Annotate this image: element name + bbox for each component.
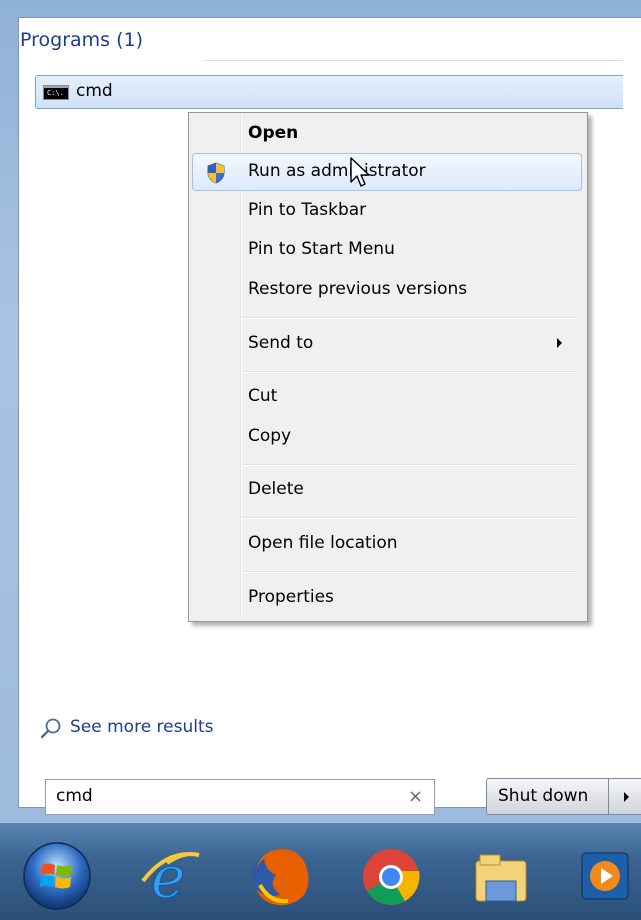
chevron-right-icon	[624, 792, 629, 802]
menu-separator	[243, 517, 577, 519]
search-result-label: cmd	[76, 81, 113, 101]
menu-item-label: Restore previous versions	[248, 279, 468, 299]
menu-item-cut[interactable]: Cut	[192, 378, 582, 416]
menu-item-label: Open file location	[248, 533, 398, 553]
shut-down-button[interactable]: Shut down	[486, 778, 609, 815]
firefox-icon[interactable]	[246, 841, 316, 911]
menu-item-pin-to-start-menu[interactable]: Pin to Start Menu	[192, 231, 582, 269]
menu-item-pin-to-taskbar[interactable]: Pin to Taskbar	[192, 192, 582, 230]
menu-item-delete[interactable]: Delete	[192, 471, 582, 509]
internet-explorer-icon[interactable]: e	[137, 841, 207, 911]
menu-separator	[243, 571, 577, 573]
taskbar: e	[0, 822, 641, 920]
menu-item-run-as-administrator[interactable]: Run as administrator	[192, 153, 582, 191]
see-more-results-label: See more results	[70, 717, 214, 737]
menu-item-label: Copy	[248, 426, 292, 446]
menu-item-restore-previous-versions[interactable]: Restore previous versions	[192, 271, 582, 309]
menu-item-label: Properties	[248, 587, 334, 607]
windows-start-orb-icon[interactable]	[22, 841, 92, 911]
chrome-icon[interactable]	[356, 841, 426, 911]
programs-group-header: Programs (1)	[20, 29, 144, 51]
menu-item-label: Pin to Start Menu	[248, 239, 395, 259]
start-search-box[interactable]: cmd ×	[45, 779, 435, 815]
menu-item-label: Send to	[248, 333, 314, 353]
menu-item-send-to[interactable]: Send to	[192, 325, 582, 363]
command-prompt-icon: C:\.	[43, 85, 69, 100]
search-result-cmd[interactable]: C:\. cmd	[35, 75, 623, 109]
search-icon	[40, 718, 61, 739]
menu-item-open[interactable]: Open	[192, 115, 582, 153]
menu-item-open-file-location[interactable]: Open file location	[192, 525, 582, 563]
menu-item-copy[interactable]: Copy	[192, 418, 582, 456]
menu-item-label: Cut	[248, 386, 278, 406]
menu-item-label: Pin to Taskbar	[248, 200, 367, 220]
shut-down-label: Shut down	[498, 786, 589, 806]
uac-shield-icon	[207, 162, 225, 184]
menu-separator	[243, 371, 577, 373]
mouse-pointer-icon	[350, 157, 370, 187]
context-menu: Open Run as administrator Pin to Taskbar…	[188, 112, 588, 622]
search-input[interactable]: cmd	[56, 786, 93, 806]
clear-search-icon[interactable]: ×	[408, 786, 423, 807]
menu-item-properties[interactable]: Properties	[192, 579, 582, 617]
menu-item-label: Run as administrator	[248, 161, 426, 181]
menu-item-label: Delete	[248, 479, 304, 499]
menu-separator	[243, 464, 577, 466]
menu-separator	[243, 317, 577, 319]
menu-item-label: Open	[248, 123, 299, 143]
shut-down-options-button[interactable]	[608, 778, 641, 815]
programs-divider	[205, 60, 623, 61]
file-explorer-icon[interactable]	[466, 841, 536, 911]
media-player-icon[interactable]	[576, 841, 641, 911]
submenu-arrow-icon	[557, 338, 562, 348]
